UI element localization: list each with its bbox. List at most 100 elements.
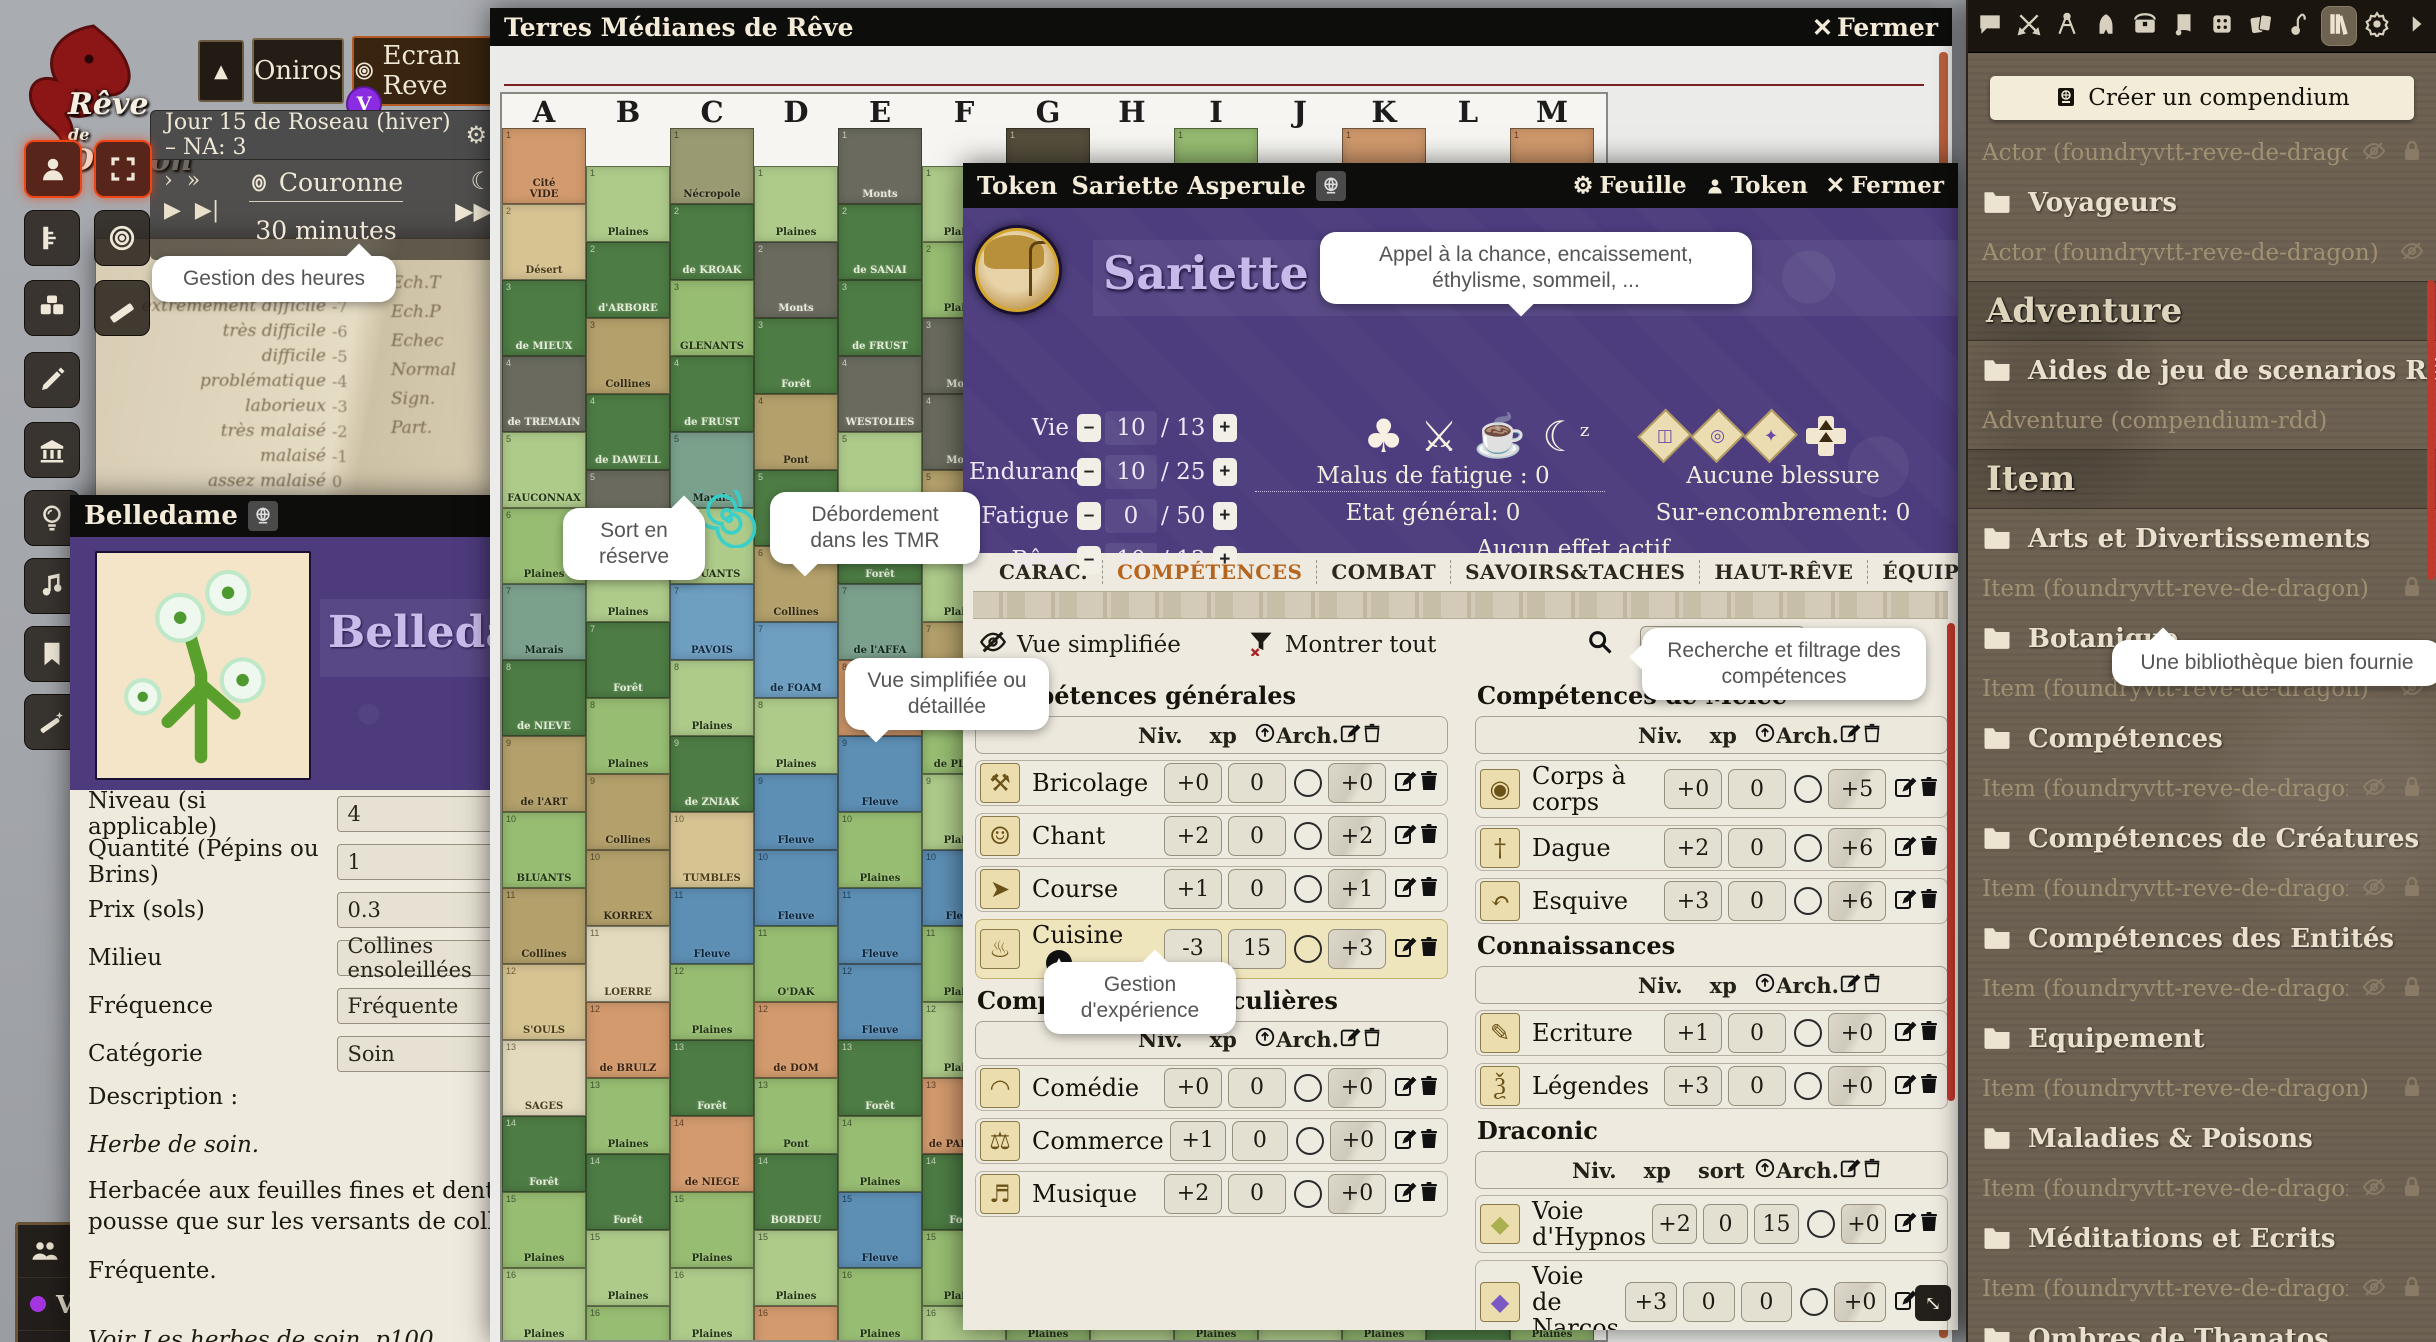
tmr-cell[interactable]: 3Forêt <box>754 318 838 394</box>
tmr-cell[interactable]: 11Fleuve <box>670 888 754 964</box>
stat-value[interactable]: 10 <box>1105 411 1157 445</box>
tmr-cell[interactable]: 9Collines <box>586 774 670 850</box>
tmr-cell[interactable]: 11O'DAK <box>754 926 838 1002</box>
compendium-entry[interactable]: Actor (foundryvtt-reve-de-dragon) <box>1968 228 2436 277</box>
skill-niv[interactable]: +0 <box>1164 1068 1222 1108</box>
skill-xp[interactable]: 0 <box>1728 769 1786 809</box>
compendium-folder[interactable]: Méditations et Ecrits <box>1968 1213 2436 1264</box>
sheet-scrollbar[interactable] <box>1947 623 1955 1101</box>
tmr-badge-2[interactable]: ◎ <box>1690 409 1745 464</box>
compendium-entry[interactable]: Item (foundryvtt-reve-de-dragon) <box>1968 1064 2436 1113</box>
skill-radio[interactable] <box>1294 935 1322 963</box>
tmr-cell[interactable]: 1Monts <box>838 128 922 204</box>
sidebar-tab-cards[interactable] <box>2244 7 2278 45</box>
tmr-cell[interactable]: 13SAGES <box>502 1040 586 1116</box>
skill-arch[interactable]: +0 <box>1834 1282 1886 1322</box>
tmr-cell[interactable]: 14BORDEU <box>754 1154 838 1230</box>
skill-niv[interactable]: +3 <box>1664 1066 1722 1106</box>
compendium-folder[interactable]: Aides de jeu de scenarios Rêve de Dragon… <box>1968 345 2436 396</box>
eye-slash-icon[interactable] <box>2348 975 2386 1003</box>
tmr-cell[interactable]: 4WESTOLIES <box>838 356 922 432</box>
skill-radio[interactable] <box>1794 775 1822 803</box>
skill-sort[interactable]: 15 <box>1754 1204 1799 1244</box>
sheet-token-button[interactable]: Token <box>1705 172 1808 199</box>
skill-arch[interactable]: +6 <box>1828 881 1886 921</box>
lock-icon[interactable] <box>2386 1075 2424 1103</box>
trash-icon[interactable] <box>1417 1180 1441 1208</box>
eye-slash-icon[interactable] <box>2348 1275 2386 1303</box>
skill-radio[interactable] <box>1800 1288 1828 1316</box>
skill-niv[interactable]: +1 <box>1164 869 1222 909</box>
skill-row[interactable]: ♬Musique+20+0 <box>975 1171 1448 1217</box>
demi-reve-marker[interactable] <box>700 490 758 548</box>
skill-niv[interactable]: +2 <box>1652 1204 1697 1244</box>
skill-radio[interactable] <box>1294 769 1322 797</box>
sidebar-tab-compendium[interactable] <box>2322 7 2356 45</box>
edit-icon[interactable] <box>1393 1127 1417 1155</box>
sidebar-tab-actors[interactable] <box>2089 7 2123 45</box>
skill-niv[interactable]: +1 <box>1664 1013 1722 1053</box>
stat-minus-button[interactable]: – <box>1077 414 1101 442</box>
tab-haut-r-ve[interactable]: HAUT-RÊVE <box>1700 560 1868 584</box>
skill-radio[interactable] <box>1794 887 1822 915</box>
compendium-folder[interactable]: Arts et Divertissements <box>1968 513 2436 564</box>
sidebar-tab-playlists[interactable] <box>2283 7 2317 45</box>
edit-icon[interactable] <box>1893 887 1917 915</box>
skill-xp[interactable]: 0 <box>1728 1013 1786 1053</box>
skill-arch[interactable]: +5 <box>1828 769 1886 809</box>
compendium-entry[interactable]: Item (foundryvtt-reve-de-dragon) <box>1968 864 2436 913</box>
tmr-cell[interactable]: 4de FRUST <box>670 356 754 432</box>
tmr-cell[interactable]: 10TUMBLES <box>670 812 754 888</box>
oniros-button[interactable]: Oniros <box>252 38 344 104</box>
tmr-cell[interactable]: 9de l'ART <box>502 736 586 812</box>
edit-icon[interactable] <box>1893 1019 1917 1047</box>
tab-savoirs&taches[interactable]: SAVOIRS&TACHES <box>1451 560 1700 584</box>
tmr-cell[interactable]: 3de FRUST <box>838 280 922 356</box>
trash-icon[interactable] <box>1417 935 1441 963</box>
tmr-cell[interactable]: 12Plaines <box>670 964 754 1040</box>
tmr-cell[interactable]: 16Plaines <box>502 1268 586 1342</box>
skill-xp[interactable]: 0 <box>1728 828 1786 868</box>
character-sheet-window[interactable]: Token Sariette Asperule ⚙Feuille Token ✕… <box>963 163 1958 1330</box>
skill-arch[interactable]: +0 <box>1328 1174 1386 1214</box>
tmr-cell[interactable]: 11Collines <box>502 888 586 964</box>
target-tool[interactable] <box>94 210 150 266</box>
edit-icon[interactable] <box>1393 769 1417 797</box>
lock-icon[interactable] <box>2386 975 2424 1003</box>
tmr-cell[interactable]: 1Plaines <box>586 166 670 242</box>
tmr-cell[interactable]: 15Plaines <box>502 1192 586 1268</box>
trash-icon[interactable] <box>1861 972 1883 999</box>
tmr-cell[interactable]: 10KORREX <box>586 850 670 926</box>
stat-minus-button[interactable]: – <box>1077 458 1101 486</box>
trash-icon[interactable] <box>1361 1026 1383 1053</box>
tmr-cell[interactable]: 3Collines <box>586 318 670 394</box>
compendium-folder[interactable]: Equipement <box>1968 1013 2436 1064</box>
stat-max[interactable]: 13 <box>1169 415 1213 441</box>
filter-icon[interactable] <box>1247 628 1275 662</box>
stat-plus-button[interactable]: + <box>1213 458 1237 486</box>
time-step-buttons[interactable]: › »▶ ▶| <box>164 166 219 226</box>
field-input[interactable]: Soin <box>337 1036 497 1072</box>
tmr-cell[interactable]: 8Plaines <box>586 698 670 774</box>
tmr-cell[interactable]: 9Fleuve <box>838 736 922 812</box>
tmr-cell[interactable]: 14Forêt <box>502 1116 586 1192</box>
edit-icon[interactable] <box>1893 834 1917 862</box>
eye-slash-icon[interactable] <box>2348 875 2386 903</box>
tmr-cell[interactable]: 2de SANAI <box>838 204 922 280</box>
eye-slash-icon[interactable] <box>2386 239 2424 267</box>
tmr-cell[interactable]: 3de MIEUX <box>502 280 586 356</box>
archive-icon[interactable] <box>1254 722 1276 749</box>
skill-xp[interactable]: 0 <box>1728 1066 1786 1106</box>
tmr-cell[interactable]: 13Pont <box>754 1078 838 1154</box>
tmr-cell[interactable]: 16de GORLO <box>754 1306 838 1342</box>
tmr-cell[interactable]: 8Plaines <box>670 660 754 736</box>
measure-tool[interactable] <box>94 280 150 336</box>
edit-icon[interactable] <box>1839 972 1861 999</box>
chance-icon[interactable]: ♣ <box>1363 409 1404 463</box>
skill-niv[interactable]: +3 <box>1664 881 1722 921</box>
sidebar-tab-collapse[interactable] <box>2399 7 2433 45</box>
sidebar-tab-chat[interactable] <box>1973 7 2007 45</box>
tmr-cell[interactable]: 7Forêt <box>586 622 670 698</box>
trash-icon[interactable] <box>1417 1074 1441 1102</box>
archive-icon[interactable] <box>1754 722 1776 749</box>
